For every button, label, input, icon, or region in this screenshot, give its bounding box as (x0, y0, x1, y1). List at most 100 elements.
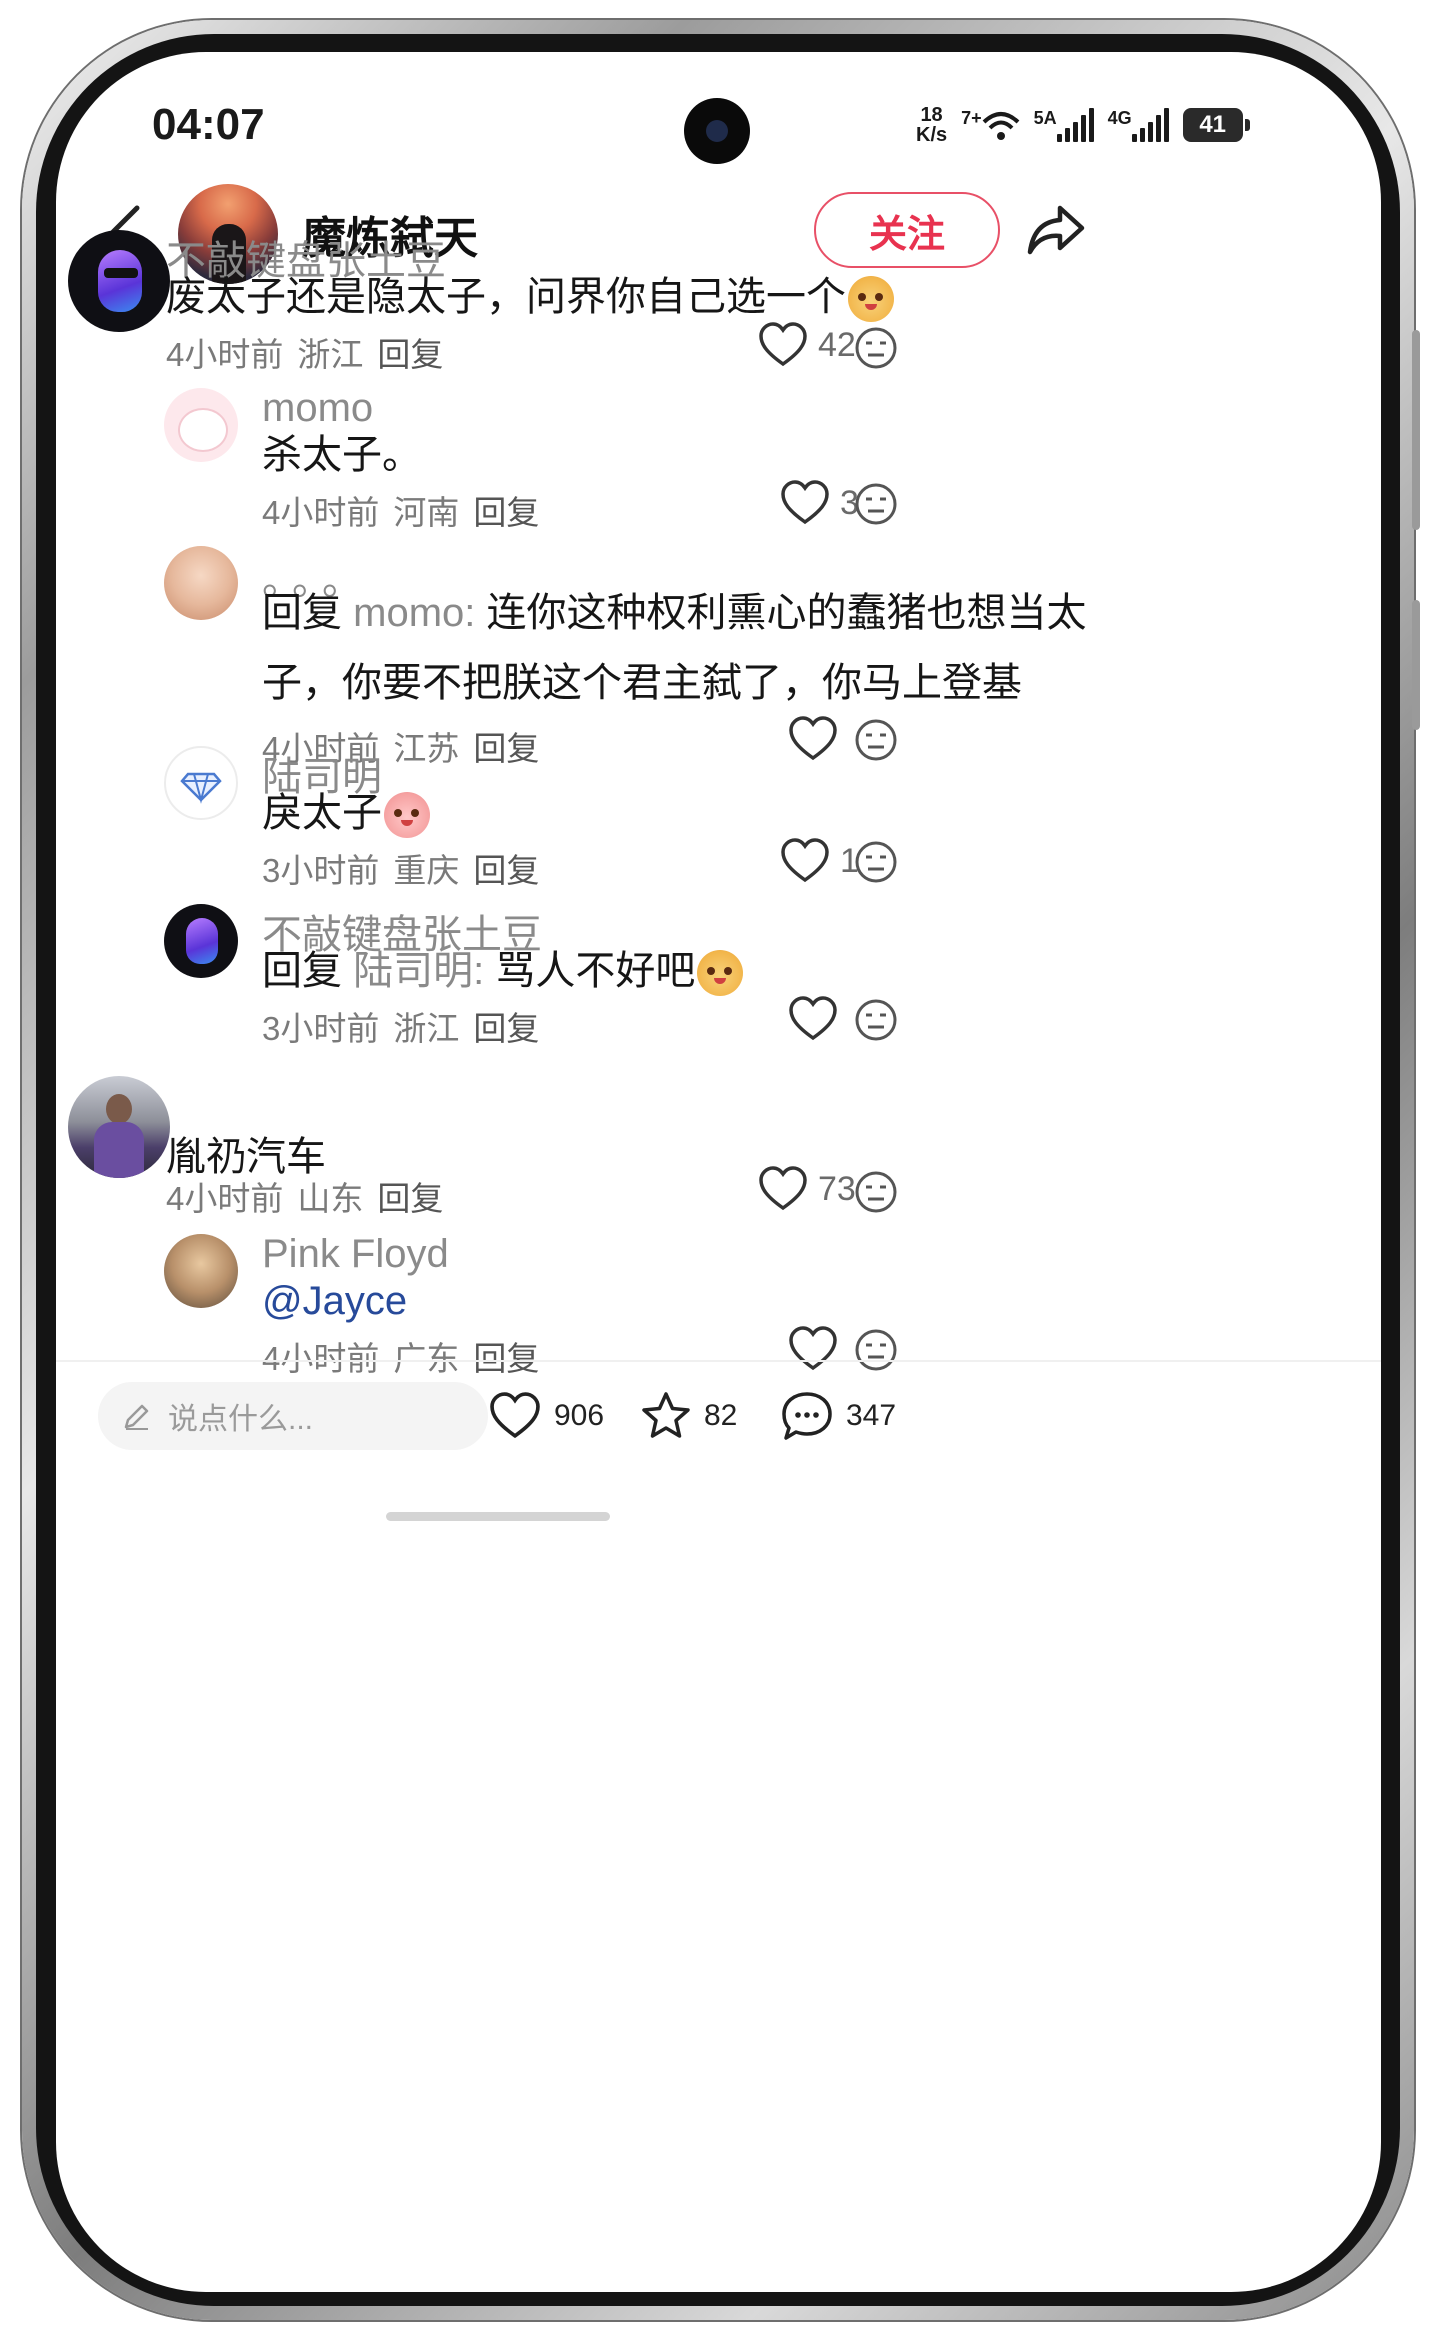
peach-emoji-icon (384, 792, 430, 839)
meh-face-icon (855, 999, 897, 1041)
reply-button[interactable]: 回复 (377, 1180, 443, 1217)
avatar[interactable] (164, 1234, 238, 1308)
wifi-icon: 7+ (961, 108, 1020, 142)
mention-link[interactable]: @Jayce (262, 1279, 407, 1323)
input-placeholder: 说点什么... (168, 1403, 314, 1436)
like-button[interactable] (788, 716, 838, 762)
reply-button[interactable]: 回复 (473, 852, 539, 889)
meh-face-icon (855, 327, 897, 369)
avatar[interactable] (68, 1076, 170, 1178)
comment-text-content: 骂人不好吧 (495, 949, 696, 993)
reply-colon: : (473, 949, 496, 993)
avatar[interactable] (164, 746, 238, 820)
comment-location: 山东 (297, 1180, 364, 1217)
heart-icon (490, 1392, 540, 1439)
diamond-icon (180, 772, 222, 804)
meh-face-icon (855, 483, 897, 525)
potato-emoji-icon (697, 950, 744, 997)
comment-count: 347 (846, 1399, 897, 1432)
post-like-count: 906 (554, 1399, 605, 1432)
share-icon (1027, 205, 1085, 255)
like-button[interactable] (788, 996, 838, 1042)
comment-button[interactable]: 347 (780, 1390, 896, 1442)
heart-icon (781, 480, 829, 525)
dislike-button[interactable] (854, 482, 898, 526)
comment-text: @Jayce (262, 1266, 407, 1336)
comment-text: 戾太子 (262, 778, 430, 848)
comment-location: 广东 (393, 1340, 460, 1377)
reply-button[interactable]: 回复 (473, 1340, 539, 1377)
like-button[interactable] (788, 1326, 838, 1372)
reply-button[interactable]: 回复 (473, 730, 539, 767)
avatar[interactable] (164, 546, 238, 620)
dislike-button[interactable] (854, 326, 898, 370)
net-speed-unit: K/s (916, 124, 948, 146)
reply-to-user[interactable]: momo (353, 591, 464, 635)
dislike-button[interactable] (854, 1328, 898, 1372)
meh-face-icon (855, 1329, 897, 1371)
heart-icon (781, 838, 829, 883)
meh-face-icon (855, 719, 897, 761)
post-like-button[interactable]: 906 (488, 1392, 604, 1440)
meh-face-icon (855, 1171, 897, 1213)
potato-emoji-icon (848, 276, 894, 323)
comment-input[interactable]: 说点什么... (98, 1382, 488, 1450)
favorite-button[interactable]: 82 (640, 1390, 737, 1442)
net-speed-value: 18 (920, 104, 943, 126)
home-indicator[interactable] (386, 1512, 610, 1521)
heart-icon (789, 996, 837, 1041)
comment-meta: 3小时前 重庆 回复 (262, 844, 539, 892)
battery-icon: 41 (1182, 108, 1250, 142)
net-speed: 18 K/s (916, 105, 947, 145)
reply-to-user[interactable]: 陆司明 (353, 949, 473, 993)
comment-location: 江苏 (393, 730, 460, 767)
app-screen: 04:07 18 K/s 7+ 5A 4G 41 魔炼弑天 关注 不敲键盘张土豆 (56, 52, 1381, 2292)
like-button[interactable]: 1 (780, 838, 859, 884)
reply-prefix: 回复 (262, 949, 342, 993)
heart-icon (789, 1326, 837, 1371)
pencil-icon (124, 1404, 149, 1430)
status-icons: 18 K/s 7+ 5A 4G 41 (916, 100, 1250, 150)
avatar[interactable] (164, 388, 238, 462)
dislike-button[interactable] (854, 718, 898, 762)
avatar[interactable] (68, 230, 170, 332)
comment-text: 杀太子。 (262, 433, 422, 477)
comment-time: 4小时前 (166, 1180, 284, 1217)
comment-time: 4小时前 (262, 1340, 380, 1377)
comment-time: 4小时前 (262, 494, 380, 531)
like-count: 42 (818, 325, 856, 364)
reply-prefix: 回复 (262, 591, 342, 635)
heart-icon (759, 322, 807, 367)
signal-icon-sim1: 5A (1034, 108, 1094, 142)
comment-text-content: 戾太子 (262, 791, 382, 835)
like-button[interactable]: 3 (780, 480, 859, 526)
meh-face-icon (855, 841, 897, 883)
volume-button (1412, 330, 1420, 530)
comment-text: 回复 momo: 连你这种权利熏心的蠢猪也想当太 (262, 578, 1087, 648)
reply-button[interactable]: 回复 (473, 494, 539, 531)
bottom-divider (56, 1360, 1381, 1362)
comment-location: 河南 (393, 494, 460, 531)
dislike-button[interactable] (854, 1170, 898, 1214)
heart-icon (789, 716, 837, 761)
favorite-count: 82 (704, 1399, 738, 1432)
like-count: 73 (818, 1169, 856, 1208)
dislike-button[interactable] (854, 840, 898, 884)
avatar[interactable] (164, 904, 238, 978)
heart-icon (759, 1166, 807, 1211)
share-button[interactable] (1026, 200, 1086, 260)
comment-text: 回复 陆司明: 骂人不好吧 (262, 936, 744, 1006)
power-button (1412, 600, 1420, 730)
comment-meta: 4小时前 山东 回复 (166, 1172, 443, 1220)
reply-button[interactable]: 回复 (473, 1010, 539, 1047)
like-button[interactable]: 73 (758, 1166, 856, 1212)
comment-text-content: 废太子还是隐太子，问界你自己选一个 (166, 275, 846, 319)
follow-button[interactable]: 关注 (814, 192, 1000, 268)
signal-icon-sim2: 4G (1108, 108, 1169, 142)
reply-colon: : (464, 591, 487, 635)
like-button[interactable]: 42 (758, 322, 856, 368)
reply-button[interactable]: 回复 (377, 336, 443, 373)
comment-meta: 4小时前 河南 回复 (262, 486, 539, 534)
dislike-button[interactable] (854, 998, 898, 1042)
comment-text-line2: 子，你要不把朕这个君主弑了，你马上登基 (262, 661, 1022, 705)
